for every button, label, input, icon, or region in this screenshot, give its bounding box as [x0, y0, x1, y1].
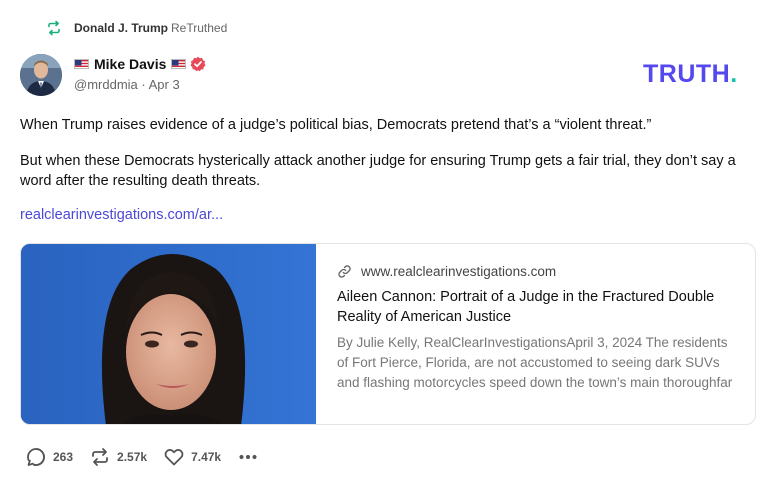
reply-button[interactable]: 263: [25, 446, 73, 468]
card-domain: www.realclearinvestigations.com: [337, 262, 735, 280]
post-paragraph: But when these Democrats hysterically at…: [20, 153, 736, 189]
heart-icon: [164, 449, 184, 466]
like-button[interactable]: 7.47k: [163, 446, 221, 468]
link-icon: [338, 264, 351, 278]
retruth-label: ReTruthed: [171, 21, 228, 35]
retruth-header: Donald J. Trump ReTruthed: [46, 18, 227, 38]
retruth-icon: [92, 448, 108, 466]
retruth-user-name[interactable]: Donald J. Trump: [74, 21, 168, 35]
truth-social-logo[interactable]: TRUTH.: [643, 61, 738, 87]
logo-text: TRUTH: [643, 60, 731, 88]
reply-count: 263: [53, 450, 74, 464]
author-display-name[interactable]: Mike Davis: [94, 56, 166, 72]
retruth-button[interactable]: 2.57k: [89, 446, 147, 468]
verified-badge-icon: [190, 56, 206, 72]
link-preview-card[interactable]: www.realclearinvestigations.com Aileen C…: [20, 243, 756, 425]
card-domain-text: www.realclearinvestigations.com: [361, 263, 557, 279]
us-flag-icon: [74, 59, 89, 69]
avatar[interactable]: [20, 54, 62, 96]
card-thumbnail: [21, 244, 316, 424]
like-count: 7.47k: [191, 450, 222, 464]
us-flag-icon: [171, 59, 187, 69]
reply-icon: [27, 448, 45, 467]
post-paragraph: When Trump raises evidence of a judge’s …: [20, 117, 652, 133]
author-handle-date[interactable]: @mrddmia · Apr 3: [74, 77, 206, 92]
action-bar: 263 2.57k 7.47k: [25, 445, 259, 469]
more-options-button[interactable]: [237, 446, 259, 468]
card-title: Aileen Cannon: Portrait of a Judge in th…: [337, 289, 715, 325]
retruth-count: 2.57k: [117, 450, 148, 464]
logo-dot: .: [730, 60, 738, 88]
card-description: By Julie Kelly, RealClearInvestigationsA…: [337, 335, 733, 390]
author-block: Mike Davis @mrddmia · Apr 3: [74, 54, 206, 92]
retruth-icon: [48, 20, 60, 36]
post-link[interactable]: realclearinvestigations.com/ar...: [20, 207, 223, 223]
more-icon: [239, 455, 257, 459]
